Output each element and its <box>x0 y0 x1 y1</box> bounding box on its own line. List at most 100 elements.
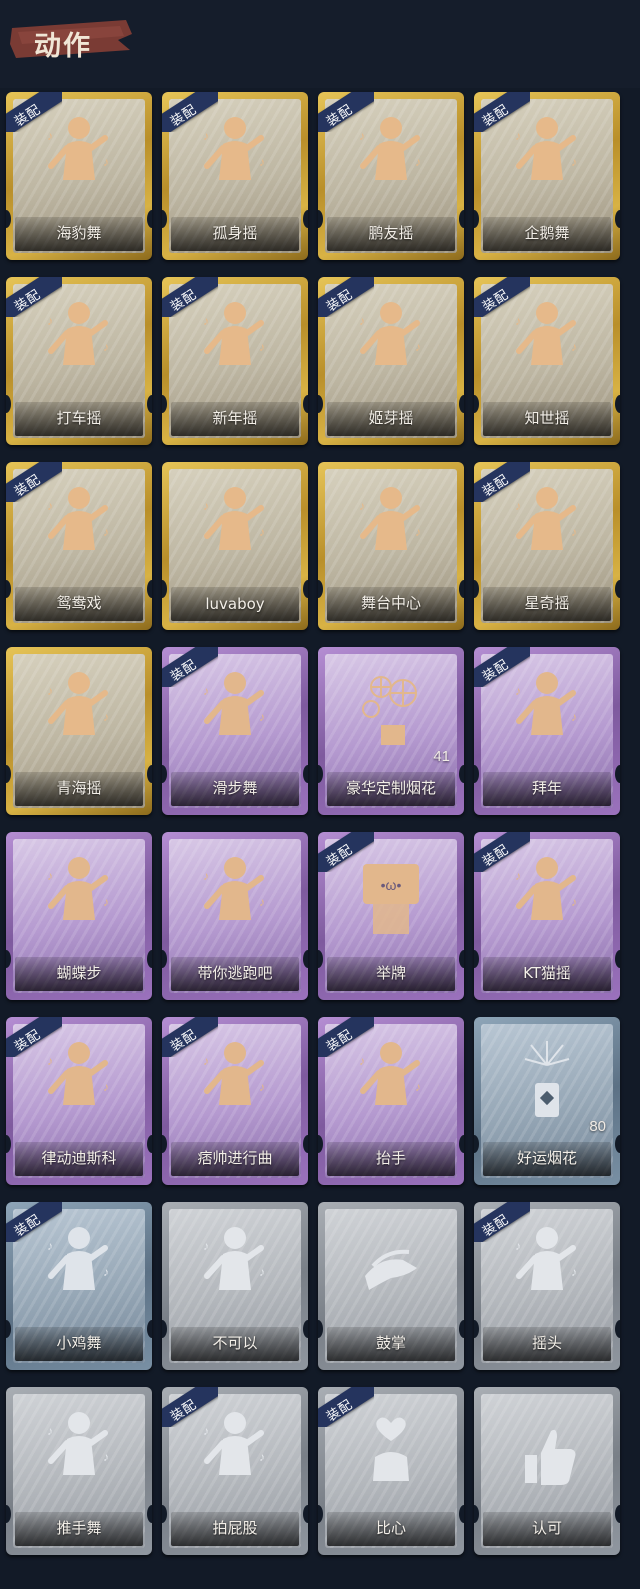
svg-text:♪: ♪ <box>415 155 421 169</box>
equipped-badge: 装配 <box>318 1017 374 1057</box>
svg-text:♪: ♪ <box>103 895 109 909</box>
emote-card[interactable]: ♪ ♪ 鸳鸯戏 装配 <box>6 462 152 630</box>
svg-text:♪: ♪ <box>571 710 577 724</box>
emote-card[interactable]: ♪ ♪ 新年摇 装配 <box>162 277 308 445</box>
svg-text:♪: ♪ <box>103 155 109 169</box>
svg-text:♪: ♪ <box>259 1080 265 1094</box>
emote-card[interactable]: ♪ ♪ 拜年 装配 <box>474 647 620 815</box>
dancer-music-icon: ♪ ♪ <box>203 857 265 920</box>
emote-name: KT猫摇 <box>523 964 571 982</box>
svg-text:♪: ♪ <box>103 1080 109 1094</box>
emote-card[interactable]: 鼓掌 <box>318 1202 464 1370</box>
emote-name: luvaboy <box>205 595 265 613</box>
svg-text:♪: ♪ <box>359 499 365 513</box>
emote-card[interactable]: ♪ ♪ luvaboy <box>162 462 308 630</box>
item-count: 80 <box>589 1118 606 1135</box>
emote-card[interactable]: ♪ ♪ 推手舞 <box>6 1387 152 1555</box>
emote-name: 打车摇 <box>56 409 102 427</box>
emote-card[interactable]: ♪ ♪ 律动迪斯科 装配 <box>6 1017 152 1185</box>
emote-card[interactable]: 好运烟花 80 <box>474 1017 620 1185</box>
emote-card[interactable]: ♪ ♪ 打车摇 装配 <box>6 277 152 445</box>
emote-card[interactable]: ♪ ♪ 摇头 装配 <box>474 1202 620 1370</box>
equipped-badge: 装配 <box>474 647 530 687</box>
emote-card[interactable]: ♪ ♪ 海豹舞 装配 <box>6 92 152 260</box>
item-count: 41 <box>433 748 450 765</box>
svg-text:♪: ♪ <box>103 1265 109 1279</box>
emote-name: 青海摇 <box>56 779 102 797</box>
emote-name: 带你逃跑吧 <box>197 964 273 982</box>
clap-icon <box>365 1249 417 1290</box>
equipped-badge: 装配 <box>162 92 218 132</box>
emote-name: 拜年 <box>531 779 562 797</box>
emote-name: 摇头 <box>531 1334 562 1352</box>
emote-card[interactable]: •ω• 举牌 装配 <box>318 832 464 1000</box>
emote-name: 滑步舞 <box>212 779 258 797</box>
emote-figure: ♪ ♪ <box>39 1405 119 1500</box>
emote-name: 推手舞 <box>56 1519 102 1537</box>
svg-text:♪: ♪ <box>415 525 421 539</box>
svg-text:♪: ♪ <box>203 869 209 883</box>
equipped-badge: 装配 <box>474 1202 530 1242</box>
emote-figure: ♪ ♪ <box>195 850 275 945</box>
equipped-badge: 装配 <box>6 462 62 502</box>
svg-text:♪: ♪ <box>103 1450 109 1464</box>
emote-name: 比心 <box>375 1519 406 1537</box>
svg-text:♪: ♪ <box>203 1239 209 1253</box>
header-bar: 动作 <box>0 0 640 88</box>
emote-figure <box>507 1405 587 1500</box>
svg-text:♪: ♪ <box>259 895 265 909</box>
equipped-badge: 装配 <box>6 1202 62 1242</box>
emote-card[interactable]: ♪ ♪ 孤身摇 装配 <box>162 92 308 260</box>
emote-figure: ♪ ♪ <box>39 850 119 945</box>
svg-text:♪: ♪ <box>571 155 577 169</box>
emote-card[interactable]: 豪华定制烟花 41 <box>318 647 464 815</box>
emote-name: 星奇摇 <box>524 594 570 612</box>
emote-figure <box>507 1035 587 1130</box>
emote-card[interactable]: ♪ ♪ 知世摇 装配 <box>474 277 620 445</box>
svg-text:•ω•: •ω• <box>381 877 402 893</box>
emote-card[interactable]: ♪ ♪ 蝴蝶步 <box>6 832 152 1000</box>
emote-name: 舞台中心 <box>360 594 421 612</box>
emote-card[interactable]: 比心 装配 <box>318 1387 464 1555</box>
emote-card[interactable]: ♪ ♪ 姬芽摇 装配 <box>318 277 464 445</box>
emote-figure <box>351 1220 431 1315</box>
equipped-badge: 装配 <box>6 92 62 132</box>
emote-name: 好运烟花 <box>516 1149 577 1167</box>
emote-card[interactable]: ♪ ♪ 青海摇 <box>6 647 152 815</box>
title-banner: 动作 <box>8 14 134 64</box>
emote-card[interactable]: ♪ ♪ 舞台中心 <box>318 462 464 630</box>
emote-card[interactable]: ♪ ♪ 鹏友摇 装配 <box>318 92 464 260</box>
emote-card[interactable]: ♪ ♪ 滑步舞 装配 <box>162 647 308 815</box>
emote-card[interactable]: ♪ ♪ 痞帅进行曲 装配 <box>162 1017 308 1185</box>
equipped-badge: 装配 <box>6 1017 62 1057</box>
emote-name: 豪华定制烟花 <box>345 779 436 797</box>
emote-name: 孤身摇 <box>212 224 258 242</box>
emote-card[interactable]: ♪ ♪ 企鹅舞 装配 <box>474 92 620 260</box>
emote-card[interactable]: ♪ ♪ KT猫摇 装配 <box>474 832 620 1000</box>
emote-card[interactable]: ♪ ♪ 抬手 装配 <box>318 1017 464 1185</box>
emote-name: 小鸡舞 <box>56 1334 102 1352</box>
svg-text:♪: ♪ <box>259 340 265 354</box>
emote-card[interactable]: ♪ ♪ 不可以 <box>162 1202 308 1370</box>
emote-name: 鸳鸯戏 <box>56 594 102 612</box>
svg-text:♪: ♪ <box>47 869 53 883</box>
emote-figure: ♪ ♪ <box>195 480 275 575</box>
emote-card[interactable]: ♪ ♪ 小鸡舞 装配 <box>6 1202 152 1370</box>
svg-text:♪: ♪ <box>259 710 265 724</box>
emote-card[interactable]: ♪ ♪ 拍屁股 装配 <box>162 1387 308 1555</box>
svg-text:♪: ♪ <box>259 155 265 169</box>
emote-name: 新年摇 <box>212 409 258 427</box>
thumbs-up-icon <box>525 1429 576 1485</box>
svg-text:♪: ♪ <box>571 895 577 909</box>
emote-card[interactable]: 认可 <box>474 1387 620 1555</box>
svg-text:♪: ♪ <box>259 1450 265 1464</box>
figure-push-icon: ♪ ♪ <box>47 1412 109 1475</box>
equipped-badge: 装配 <box>474 832 530 872</box>
svg-text:♪: ♪ <box>571 1265 577 1279</box>
emote-name: 企鹅舞 <box>524 224 570 242</box>
emote-card[interactable]: ♪ ♪ 带你逃跑吧 <box>162 832 308 1000</box>
emote-card[interactable]: ♪ ♪ 星奇摇 装配 <box>474 462 620 630</box>
figure-point-icon: ♪ ♪ <box>47 857 109 920</box>
equipped-badge: 装配 <box>318 832 374 872</box>
svg-text:♪: ♪ <box>571 340 577 354</box>
